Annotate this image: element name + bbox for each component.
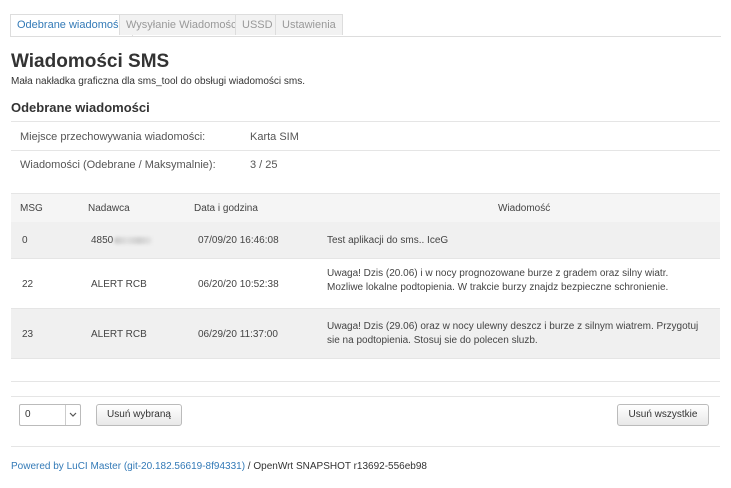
message-count-label: Wiadomości (Odebrane / Maksymalnie): bbox=[20, 159, 216, 171]
row-message: Uwaga! Dzis (29.06) oraz w nocy ulewny d… bbox=[327, 321, 699, 346]
row-date: 07/09/20 16:46:08 bbox=[198, 235, 279, 246]
row-date: 06/20/20 10:52:38 bbox=[198, 279, 279, 290]
delete-selected-button[interactable]: Usuń wybraną bbox=[96, 404, 182, 426]
header-message: Wiadomość bbox=[498, 203, 551, 214]
divider bbox=[11, 121, 720, 122]
page-title: Wiadomości SMS bbox=[11, 51, 170, 72]
header-sender: Nadawca bbox=[88, 203, 130, 214]
footer-version: / OpenWrt SNAPSHOT r13692-556eb98 bbox=[245, 461, 427, 472]
select-value: 0 bbox=[25, 409, 31, 420]
divider bbox=[11, 381, 720, 382]
divider bbox=[11, 396, 720, 397]
storage-value: Karta SIM bbox=[250, 131, 299, 143]
message-count-value: 3 / 25 bbox=[250, 159, 278, 171]
divider bbox=[11, 446, 720, 447]
page-subtitle: Mała nakładka graficzna dla sms_tool do … bbox=[11, 76, 306, 87]
section-title: Odebrane wiadomości bbox=[11, 100, 150, 115]
row-msg-id: 0 bbox=[22, 235, 28, 246]
table-row[interactable]: 0 4850 07/09/20 16:46:08 Test aplikacji … bbox=[11, 222, 720, 259]
table-row[interactable]: 23 ALERT RCB 06/29/20 11:37:00 Uwaga! Dz… bbox=[11, 309, 720, 359]
row-sender: ALERT RCB bbox=[91, 329, 147, 340]
chevron-down-icon[interactable] bbox=[65, 405, 80, 425]
row-message: Uwaga! Dzis (20.06) i w nocy prognozowan… bbox=[327, 268, 669, 293]
redacted-number bbox=[114, 236, 153, 244]
footer: Powered by LuCI Master (git-20.182.56619… bbox=[11, 461, 427, 472]
header-msg: MSG bbox=[20, 203, 43, 214]
tab-settings[interactable]: Ustawienia bbox=[275, 14, 343, 35]
row-sender: ALERT RCB bbox=[91, 279, 147, 290]
header-datetime: Data i godzina bbox=[194, 203, 258, 214]
message-select[interactable]: 0 bbox=[19, 404, 81, 426]
tab-bar: Odebrane wiadomości Wysyłanie Wiadomości… bbox=[10, 14, 721, 37]
delete-all-button[interactable]: Usuń wszystkie bbox=[617, 404, 709, 426]
row-date: 06/29/20 11:37:00 bbox=[198, 329, 278, 340]
row-msg-id: 22 bbox=[22, 279, 34, 290]
tab-ussd[interactable]: USSD bbox=[235, 14, 280, 35]
divider bbox=[11, 150, 720, 151]
storage-label: Miejsce przechowywania wiadomości: bbox=[20, 131, 206, 143]
tab-received-messages[interactable]: Odebrane wiadomości bbox=[10, 14, 134, 36]
row-message: Test aplikacji do sms.. IceG bbox=[327, 235, 449, 246]
row-sender: 4850 bbox=[91, 235, 153, 246]
luci-link[interactable]: Powered by LuCI Master (git-20.182.56619… bbox=[11, 461, 245, 472]
row-msg-id: 23 bbox=[22, 329, 34, 340]
table-row[interactable]: 22 ALERT RCB 06/20/20 10:52:38 Uwaga! Dz… bbox=[11, 259, 720, 309]
table-header: MSG Nadawca Data i godzina Wiadomość bbox=[11, 193, 720, 223]
tab-send-messages[interactable]: Wysyłanie Wiadomości bbox=[119, 14, 246, 35]
